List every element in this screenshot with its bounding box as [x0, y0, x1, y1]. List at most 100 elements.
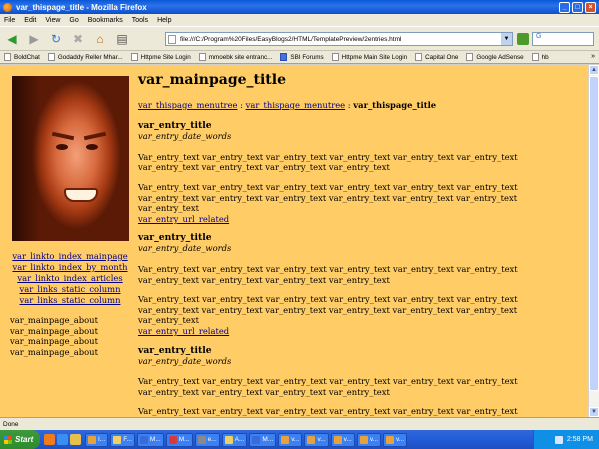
bookmark-label: Capital One: [425, 53, 459, 61]
link-static-column[interactable]: var_links_static_column: [0, 284, 140, 295]
bookmark-icon: [47, 53, 55, 61]
system-tray: 2:58 PM: [533, 430, 599, 449]
minimize-button[interactable]: _: [559, 1, 570, 13]
bookmark-label: BoldChat: [14, 53, 40, 61]
print-icon[interactable]: ▤: [113, 30, 131, 48]
home-icon[interactable]: ⌂: [91, 30, 109, 48]
vertical-scrollbar[interactable]: ▲ ▼: [588, 65, 599, 417]
entry-text: Var_entry_text var_entry_text var_entry_…: [138, 181, 518, 214]
entry-title: var_entry_title: [138, 120, 212, 132]
link-index-mainpage[interactable]: var_linkto_index_mainpage: [0, 251, 140, 262]
firefox-icon: [3, 2, 12, 12]
taskbar-task[interactable]: I...: [85, 432, 109, 447]
bookmark-item[interactable]: SBI Forums: [280, 53, 324, 61]
bookmark-item[interactable]: BoldChat: [4, 53, 40, 61]
menu-go[interactable]: Go: [69, 17, 78, 24]
back-icon[interactable]: ◀: [3, 30, 21, 48]
firefox-quicklaunch-icon[interactable]: [44, 434, 55, 445]
menu-view[interactable]: View: [45, 17, 60, 24]
tray-icon[interactable]: [554, 435, 563, 444]
status-text: Done: [3, 420, 19, 428]
bookmark-label: mmoebk site entranc...: [208, 53, 273, 61]
menu-file[interactable]: File: [4, 17, 15, 24]
bookmark-item[interactable]: Httpme Site Login: [130, 53, 191, 61]
bookmark-icon: [130, 53, 138, 61]
taskbar-task[interactable]: A...: [221, 432, 248, 447]
entry-title: var_entry_title: [138, 344, 212, 356]
taskbar-task[interactable]: v...: [304, 432, 329, 447]
navigation-toolbar: ◀ ▶ ↻ ✖ ⌂ ▤ file:///C:/Program%20Files/E…: [0, 26, 599, 50]
breadcrumb: var_thispage_menutree : var_thispage_men…: [138, 100, 578, 111]
chevron-down-icon[interactable]: ▼: [501, 33, 512, 45]
window-title: var_thispage_title - Mozilla Firefox: [16, 2, 147, 12]
menu-bar: File Edit View Go Bookmarks Tools Help: [0, 14, 599, 26]
go-icon[interactable]: [517, 33, 529, 45]
breadcrumb-link[interactable]: var_thispage_menutree: [138, 100, 237, 110]
forward-icon[interactable]: ▶: [25, 30, 43, 48]
window-title-bar[interactable]: var_thispage_title - Mozilla Firefox _ □…: [0, 0, 599, 14]
address-bar[interactable]: file:///C:/Program%20Files/EasyBlogs2/HT…: [165, 32, 513, 46]
stop-icon[interactable]: ✖: [69, 30, 87, 48]
status-bar: Done: [0, 417, 599, 430]
link-static-column[interactable]: var_links_static_column: [0, 295, 140, 306]
entry-text: Var_entry_text var_entry_text var_entry_…: [138, 294, 518, 326]
menu-help[interactable]: Help: [157, 17, 171, 24]
close-button[interactable]: ×: [585, 1, 596, 13]
taskbar-task[interactable]: v...: [278, 432, 303, 447]
bookmark-icon: [531, 53, 539, 61]
scroll-up-icon[interactable]: ▲: [589, 65, 599, 75]
menu-bookmarks[interactable]: Bookmarks: [88, 17, 123, 24]
side-navigation: var_linkto_index_mainpage var_linkto_ind…: [0, 251, 140, 306]
quick-launch: [44, 434, 81, 445]
taskbar-task[interactable]: M...: [136, 432, 164, 447]
taskbar-task[interactable]: e...: [194, 432, 220, 447]
about-line: var_mainpage_about: [10, 346, 98, 357]
maximize-button[interactable]: □: [572, 1, 583, 13]
search-input[interactable]: G: [532, 32, 594, 46]
entry-date: var_entry_date_words: [138, 355, 232, 366]
address-url: file:///C:/Program%20Files/EasyBlogs2/HT…: [180, 35, 402, 43]
entry-related-link[interactable]: var_entry_url_related: [138, 326, 578, 337]
entry-date: var_entry_date_words: [138, 131, 232, 142]
bookmark-item[interactable]: hb: [531, 53, 549, 61]
link-index-by-month[interactable]: var_linkto_index_by_month: [0, 262, 140, 273]
taskbar-task[interactable]: M...: [249, 432, 277, 447]
scroll-thumb[interactable]: [589, 76, 599, 391]
bookmark-label: Google AdSense: [476, 53, 524, 61]
entry-text: Var_entry_text var_entry_text var_entry_…: [138, 151, 518, 173]
bookmark-icon: [466, 53, 474, 61]
bookmark-label: Godaddy Reller Mhar...: [57, 53, 123, 61]
reload-icon[interactable]: ↻: [47, 30, 65, 48]
bookmark-icon: [415, 53, 423, 61]
entry-related-link[interactable]: var_entry_url_related: [138, 214, 578, 225]
blog-entry: var_entry_title var_entry_date_words Var…: [138, 121, 578, 224]
taskbar-task[interactable]: v...: [356, 432, 381, 447]
ie-quicklaunch-icon[interactable]: [57, 434, 68, 445]
menu-edit[interactable]: Edit: [24, 17, 36, 24]
bookmark-item[interactable]: Httpme Main Site Login: [331, 53, 408, 61]
page-icon: [168, 35, 176, 44]
bookmark-item[interactable]: mmoebk site entranc...: [198, 53, 273, 61]
entry-text: Var_entry_text var_entry_text var_entry_…: [138, 406, 518, 417]
link-index-articles[interactable]: var_linkto_index_articles: [0, 273, 140, 284]
bookmark-item[interactable]: Capital One: [415, 53, 458, 61]
bookmark-item[interactable]: Google AdSense: [466, 53, 524, 61]
breadcrumb-link[interactable]: var_thispage_menutree: [246, 100, 345, 110]
bookmarks-overflow-icon[interactable]: »: [591, 53, 595, 60]
bookmark-label: Httpme Main Site Login: [341, 53, 408, 61]
page-content: var_linkto_index_mainpage var_linkto_ind…: [0, 65, 588, 417]
taskbar-task[interactable]: v...: [330, 432, 355, 447]
start-button[interactable]: Start: [0, 430, 40, 449]
scroll-down-icon[interactable]: ▼: [589, 407, 599, 417]
taskbar-task[interactable]: M...: [165, 432, 193, 447]
taskbar-tasks: I... F... M... M... e... A... M... v... …: [85, 432, 408, 447]
about-line: var_mainpage_about: [10, 325, 98, 336]
entry-date: var_entry_date_words: [138, 243, 232, 254]
bookmark-item[interactable]: Godaddy Reller Mhar...: [47, 53, 123, 61]
taskbar-task[interactable]: F...: [110, 432, 135, 447]
bookmark-label: SBI Forums: [290, 53, 324, 61]
menu-tools[interactable]: Tools: [132, 17, 148, 24]
folder-quicklaunch-icon[interactable]: [70, 434, 81, 445]
taskbar-task[interactable]: v...: [383, 432, 408, 447]
header-portrait-image: [12, 76, 129, 241]
